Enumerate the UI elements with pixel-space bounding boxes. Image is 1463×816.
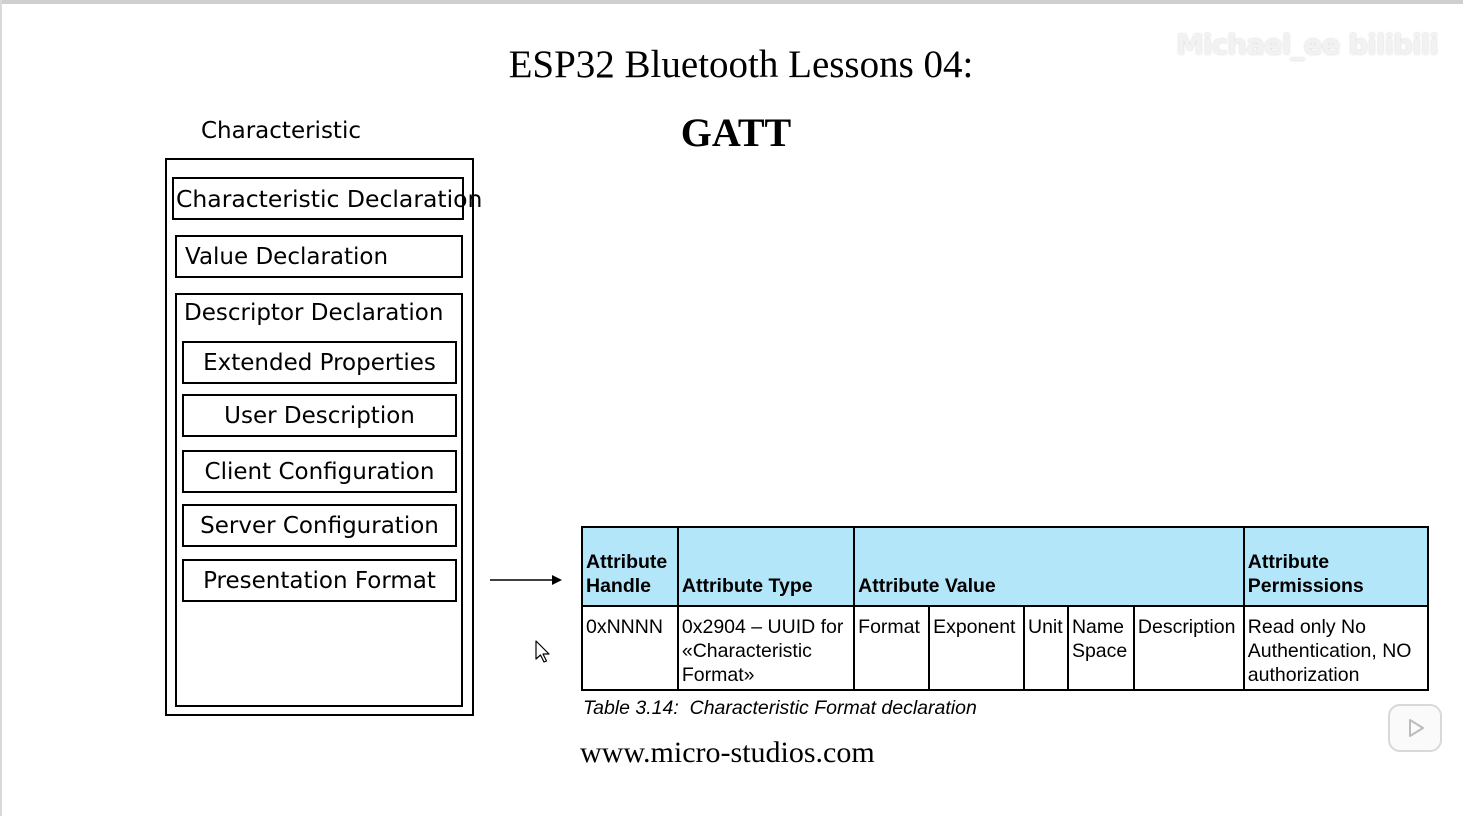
descriptor-extended-properties: Extended Properties [182, 341, 457, 384]
arrow-right-icon [490, 575, 562, 585]
table-row: 0xNNNN 0x2904 – UUID for «Characteristic… [581, 605, 1430, 691]
descriptor-user-description: User Description [182, 394, 457, 437]
cell-exponent: Exponent [928, 605, 1025, 691]
cell-handle: 0xNNNN [581, 605, 679, 691]
window-left-border [0, 0, 2, 816]
descriptor-server-configuration: Server Configuration [182, 504, 457, 547]
descriptor-client-configuration: Client Configuration [182, 450, 457, 493]
window-top-border [0, 0, 1463, 4]
descriptor-presentation-format: Presentation Format [182, 559, 457, 602]
play-icon [1409, 719, 1424, 737]
cell-format: Format [853, 605, 931, 691]
cell-permissions: Read only No Authentication, NO authoriz… [1242, 605, 1430, 691]
cursor-icon [535, 640, 550, 663]
header-attribute-handle: Attribute Handle [581, 526, 679, 607]
table-header-row: Attribute Handle Attribute Type Attribut… [581, 526, 1430, 607]
value-declaration-box: Value Declaration [175, 235, 463, 278]
descriptor-declaration-label: Descriptor Declaration [184, 300, 444, 326]
characteristic-declaration-box: Characteristic Declaration [172, 177, 482, 220]
cell-name-space: Name Space [1066, 605, 1135, 691]
slide-subtitle: GATT [680, 110, 792, 155]
characteristic-label: Characteristic [201, 118, 361, 144]
header-attribute-type: Attribute Type [676, 526, 856, 607]
table-caption: Table 3.14: Characteristic Format declar… [583, 697, 977, 719]
watermark-logo: Michael_ee bilibili [1176, 28, 1439, 61]
header-attribute-permissions: Attribute Permissions [1242, 526, 1430, 607]
cell-description: Description [1132, 605, 1245, 691]
website-url: www.micro-studios.com [580, 736, 875, 769]
play-button[interactable] [1388, 704, 1442, 752]
cell-type: 0x2904 – UUID for «Characteristic Format… [676, 605, 856, 691]
slide-title: ESP32 Bluetooth Lessons 04: [508, 43, 974, 86]
attribute-table: Attribute Handle Attribute Type Attribut… [581, 526, 1430, 691]
header-attribute-value: Attribute Value [853, 526, 1245, 607]
cell-unit: Unit [1022, 605, 1069, 691]
